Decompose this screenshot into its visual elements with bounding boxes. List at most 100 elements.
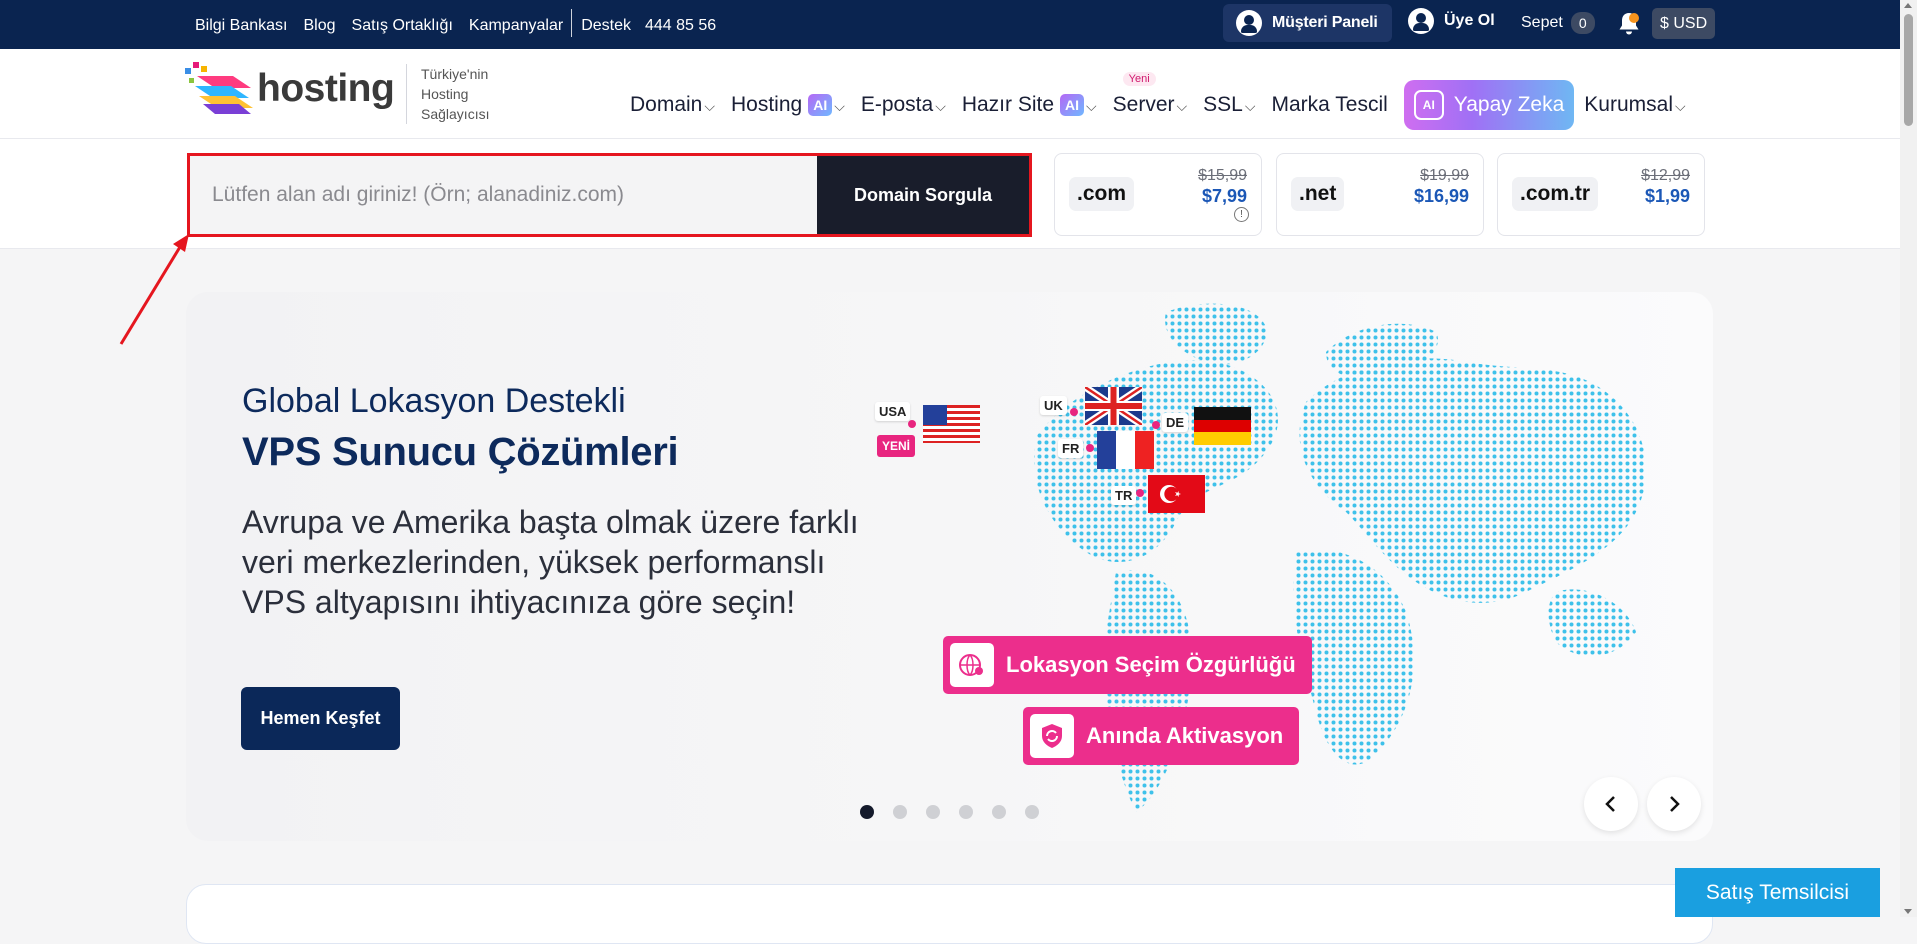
location-dot [1086,444,1094,452]
feature-label: Anında Aktivasyon [1086,723,1284,748]
link-satis-ortakligi[interactable]: Satış Ortaklığı [352,17,453,35]
menu-label: E-posta [860,93,934,116]
slider-dot[interactable] [926,805,940,819]
menu-kurumsal[interactable]: Kurumsal ⌵ [1584,93,1685,117]
france-flag-icon [1097,431,1154,469]
ai-badge: AI [1060,94,1085,116]
tld-card-comtr[interactable]: .com.tr $12,99 $1,99 [1497,153,1705,236]
notification-bell-icon[interactable] [1616,10,1642,38]
info-icon[interactable]: ! [1234,207,1249,222]
menu-label: Kurumsal [1584,93,1673,116]
next-section-card [186,884,1713,944]
location-label-usa: USA [875,402,911,421]
scroll-up-icon[interactable] [1904,3,1912,8]
phone-number[interactable]: 444 85 56 [645,17,716,35]
main-menu: Domain ⌵ Hosting AI ⌵ E-posta ⌵ Hazır Si… [630,72,1702,130]
tld-old-price: $19,99 [1420,167,1469,184]
link-blog[interactable]: Blog [304,17,336,35]
menu-hazir-site[interactable]: Hazır Site AI ⌵ [962,93,1097,117]
top-bar: Bilgi Bankası Blog Satış Ortaklığı Kampa… [0,0,1900,49]
location-label-de: DE [1162,413,1189,432]
slider-dot[interactable] [893,805,907,819]
signup-button[interactable]: Üye Ol [1408,8,1495,34]
cart-count: 0 [1570,12,1595,34]
logo-text: hosting [257,67,395,110]
tld-card-net[interactable]: .net $19,99 $16,99 [1276,153,1484,236]
shield-refresh-icon [1030,714,1074,758]
menu-yapay-zeka-button[interactable]: AI Yapay Zeka [1403,80,1575,130]
hero-subtitle: Global Lokasyon Destekli [242,382,626,420]
menu-label: SSL [1203,93,1243,116]
scroll-down-icon[interactable] [1904,909,1912,914]
tagline-line: Türkiye'nin [421,66,489,82]
chevron-down-icon: ⌵ [1176,97,1188,114]
hero-description: Avrupa ve Amerika başta olmak üzere fark… [242,504,859,620]
domain-search-input[interactable] [190,156,817,234]
ai-badge: AI [808,94,833,116]
menu-label: Server [1112,93,1175,116]
top-links: Bilgi Bankası Blog Satış Ortaklığı Kampa… [195,9,732,37]
slider-dot[interactable] [992,805,1006,819]
tld-new-price: $1,99 [1644,186,1690,206]
slider-dot[interactable] [1025,805,1039,819]
link-kampanyalar[interactable]: Kampanyalar [469,17,563,35]
turkey-flag-icon [1148,475,1205,513]
divider [571,9,573,37]
menu-hosting[interactable]: Hosting AI ⌵ [731,93,845,117]
customer-panel-button[interactable]: Müşteri Paneli [1223,4,1392,42]
scrollbar-thumb[interactable] [1904,14,1913,126]
sales-rep-button[interactable]: Satış Temsilcisi [1675,868,1880,917]
menu-label: Hosting [731,93,803,116]
site-logo[interactable]: hosting [185,62,395,116]
tagline-line: Sağlayıcısı [421,106,490,122]
menu-label: Yapay Zeka [1453,93,1565,116]
tld-old-price: $15,99 [1198,167,1247,184]
user-icon [1236,10,1262,36]
tld-old-price: $12,99 [1641,167,1690,184]
slider-next-button[interactable] [1647,777,1701,831]
tld-card-com[interactable]: .com $15,99 $7,99 ! [1054,153,1262,236]
cart-button[interactable]: Sepet 0 [1521,12,1595,34]
germany-flag-icon [1194,407,1251,445]
location-dot [1070,408,1078,416]
slider-dot[interactable] [860,805,874,819]
user-icon [1408,8,1434,34]
domain-search-box: Domain Sorgula [187,153,1032,237]
currency-selector[interactable]: $ USD [1652,8,1716,39]
menu-ssl[interactable]: SSL ⌵ [1203,93,1255,117]
menu-eposta[interactable]: E-posta ⌵ [861,93,946,117]
location-label-tr: TR [1111,486,1137,505]
tld-new-price: $16,99 [1413,186,1469,206]
slider-prev-button[interactable] [1584,777,1638,831]
ai-sparkle-icon: AI [1413,90,1444,120]
chevron-down-icon: ⌵ [704,97,715,114]
feature-location-freedom: Lokasyon Seçim Özgürlüğü [943,636,1312,694]
tld-name: .com.tr [1512,177,1599,211]
tld-name: .net [1291,177,1345,211]
uk-flag-icon [1085,387,1142,425]
menu-label: Hazır Site [961,93,1055,116]
new-location-badge: YENİ [877,435,916,457]
slider-pagination [860,805,1058,819]
page-scrollbar[interactable] [1900,0,1917,917]
location-dot [1136,489,1144,497]
menu-label: Marka Tescil [1271,93,1388,116]
menu-server[interactable]: Yeni Server ⌵ [1112,72,1188,117]
link-bilgi-bankasi[interactable]: Bilgi Bankası [195,17,288,35]
chevron-down-icon: ⌵ [935,97,946,114]
link-destek[interactable]: Destek [581,17,631,35]
chevron-left-icon [1605,796,1615,812]
tagline-line: Hosting [421,86,469,102]
location-label-uk: UK [1040,396,1067,415]
menu-domain[interactable]: Domain ⌵ [630,93,715,117]
menu-label: Domain [630,93,703,116]
feature-instant-activation: Anında Aktivasyon [1023,707,1300,765]
slider-dot[interactable] [959,805,973,819]
location-dot [908,420,916,428]
hero-cta-button[interactable]: Hemen Keşfet [241,687,400,750]
tagline: Türkiye'nin Hosting Sağlayıcısı [406,64,489,124]
menu-marka-tescil[interactable]: Marka Tescil [1271,93,1387,117]
domain-search-button[interactable]: Domain Sorgula [817,156,1029,234]
location-label-fr: FR [1058,439,1084,458]
chevron-down-icon: ⌵ [1244,97,1256,114]
